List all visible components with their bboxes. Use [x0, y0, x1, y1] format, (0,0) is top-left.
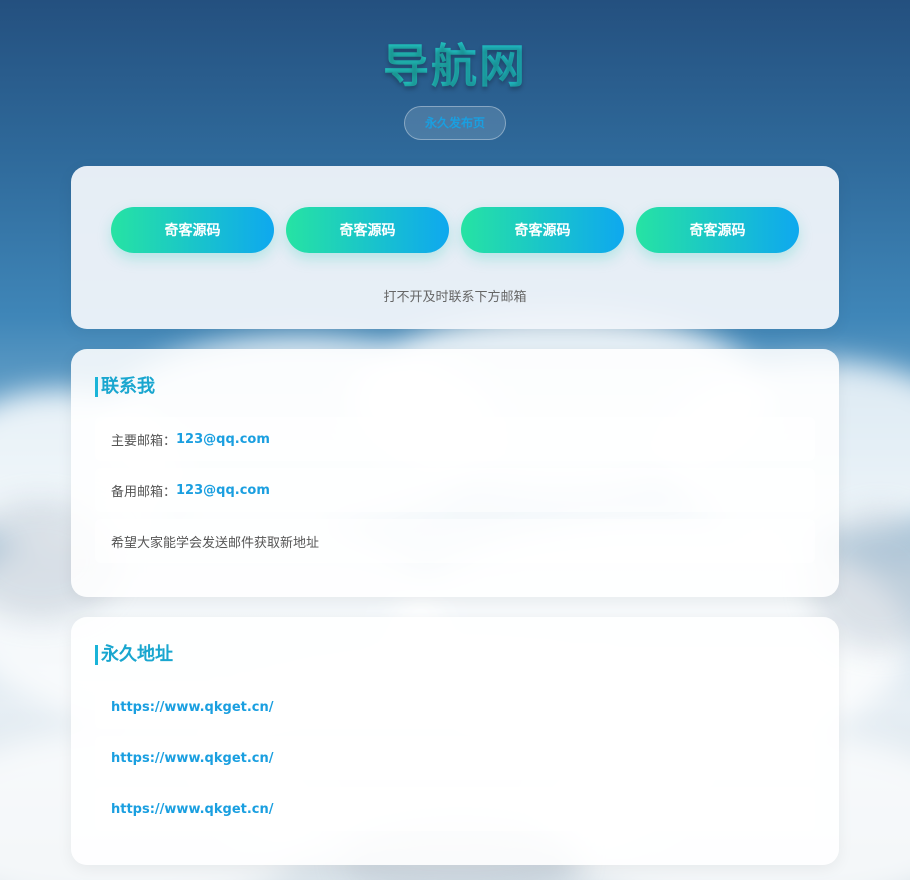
contact-section-title: 联系我 [95, 377, 155, 397]
nav-button-row: 奇客源码 奇客源码 奇客源码 奇客源码 [111, 207, 799, 253]
address-link-3[interactable]: https://www.qkget.cn/ [95, 787, 815, 831]
address-list: https://www.qkget.cn/ https://www.qkget.… [95, 685, 815, 838]
backup-email-label: 备用邮箱： [111, 484, 177, 500]
address-link-2[interactable]: https://www.qkget.cn/ [95, 736, 815, 780]
site-title: 导航网 [0, 36, 910, 96]
nav-button-1[interactable]: 奇客源码 [111, 207, 274, 253]
nav-button-3[interactable]: 奇客源码 [461, 207, 624, 253]
primary-email-link[interactable]: 123@qq.com [176, 432, 270, 447]
contact-card: 联系我 主要邮箱： 123@qq.com 备用邮箱： 123@qq.com 希望… [71, 349, 839, 597]
contact-note: 打不开及时联系下方邮箱 [383, 290, 527, 305]
page-header: 导航网 永久发布页 [0, 36, 910, 140]
primary-email-label: 主要邮箱： [111, 433, 177, 449]
primary-email-row: 主要邮箱： 123@qq.com [95, 417, 815, 461]
permanent-page-badge[interactable]: 永久发布页 [403, 106, 506, 140]
contact-list: 主要邮箱： 123@qq.com 备用邮箱： 123@qq.com 希望大家能学… [95, 417, 815, 570]
addresses-card: 永久地址 https://www.qkget.cn/ https://www.q… [71, 617, 839, 865]
backup-email-row: 备用邮箱： 123@qq.com [95, 468, 815, 512]
contact-message: 希望大家能学会发送邮件获取新地址 [111, 535, 320, 551]
backup-email-link[interactable]: 123@qq.com [176, 483, 270, 498]
address-link-1[interactable]: https://www.qkget.cn/ [95, 685, 815, 729]
nav-card: 奇客源码 奇客源码 奇客源码 奇客源码 打不开及时联系下方邮箱 [71, 166, 839, 329]
contact-message-row: 希望大家能学会发送邮件获取新地址 [95, 519, 815, 563]
nav-button-4[interactable]: 奇客源码 [636, 207, 799, 253]
addresses-section-title: 永久地址 [95, 645, 173, 665]
nav-button-2[interactable]: 奇客源码 [286, 207, 449, 253]
